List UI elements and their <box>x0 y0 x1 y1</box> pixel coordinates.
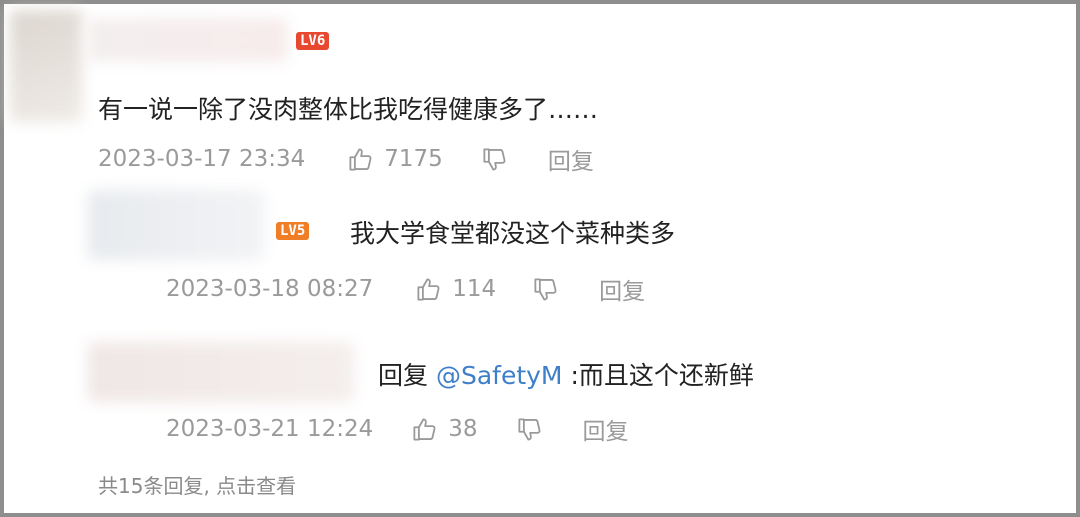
reply-prefix: 回复 <box>378 361 429 390</box>
like-count: 114 <box>452 276 497 302</box>
thumbs-up-icon <box>417 277 440 301</box>
level-badge: LV6 <box>296 32 330 50</box>
comment-text: 回复 @SafetyM :而且这个还新鲜 <box>378 356 754 392</box>
comment-text: 有一说一除了没肉整体比我吃得健康多了…… <box>98 95 599 124</box>
comment-date: 2023-03-21 12:24 <box>166 416 374 442</box>
comment-date: 2023-03-18 08:27 <box>166 276 374 302</box>
like-count: 38 <box>448 416 478 442</box>
reply-button[interactable]: 回复 <box>599 272 645 306</box>
dislike-button[interactable] <box>481 146 508 173</box>
view-more-replies-link[interactable]: 共15条回复, 点击查看 <box>98 470 296 499</box>
comment-meta: 2023-03-17 23:34 7175 回复 <box>98 142 594 176</box>
like-button[interactable]: 7175 <box>347 146 443 173</box>
avatar[interactable] <box>88 190 264 260</box>
comment-panel: LV6 有一说一除了没肉整体比我吃得健康多了…… 2023-03-17 23:3… <box>0 0 1080 517</box>
thumbs-down-icon <box>483 147 506 171</box>
like-count: 7175 <box>384 146 443 172</box>
comment-date: 2023-03-17 23:34 <box>98 146 306 172</box>
comment-meta: 2023-03-21 12:24 38 回复 <box>166 412 629 446</box>
thumbs-up-icon <box>349 147 372 171</box>
reply-button[interactable]: 回复 <box>583 412 629 446</box>
username[interactable] <box>88 18 288 62</box>
comment-text: 我大学食堂都没这个菜种类多 <box>350 219 676 248</box>
thumbs-up-icon <box>413 417 436 441</box>
avatar[interactable] <box>10 10 82 122</box>
comment-meta: 2023-03-18 08:27 114 回复 <box>166 272 645 306</box>
dislike-button[interactable] <box>532 276 559 303</box>
dislike-button[interactable] <box>516 416 543 443</box>
level-badge: LV5 <box>276 222 310 240</box>
thumbs-down-icon <box>534 277 557 301</box>
reply-text: :而且这个还新鲜 <box>570 361 754 390</box>
avatar[interactable] <box>88 342 354 402</box>
like-button[interactable]: 38 <box>411 416 478 443</box>
reply-button[interactable]: 回复 <box>548 142 594 176</box>
like-button[interactable]: 114 <box>415 276 496 303</box>
thumbs-down-icon <box>518 417 541 441</box>
mention-link[interactable]: @SafetyM <box>436 361 563 390</box>
